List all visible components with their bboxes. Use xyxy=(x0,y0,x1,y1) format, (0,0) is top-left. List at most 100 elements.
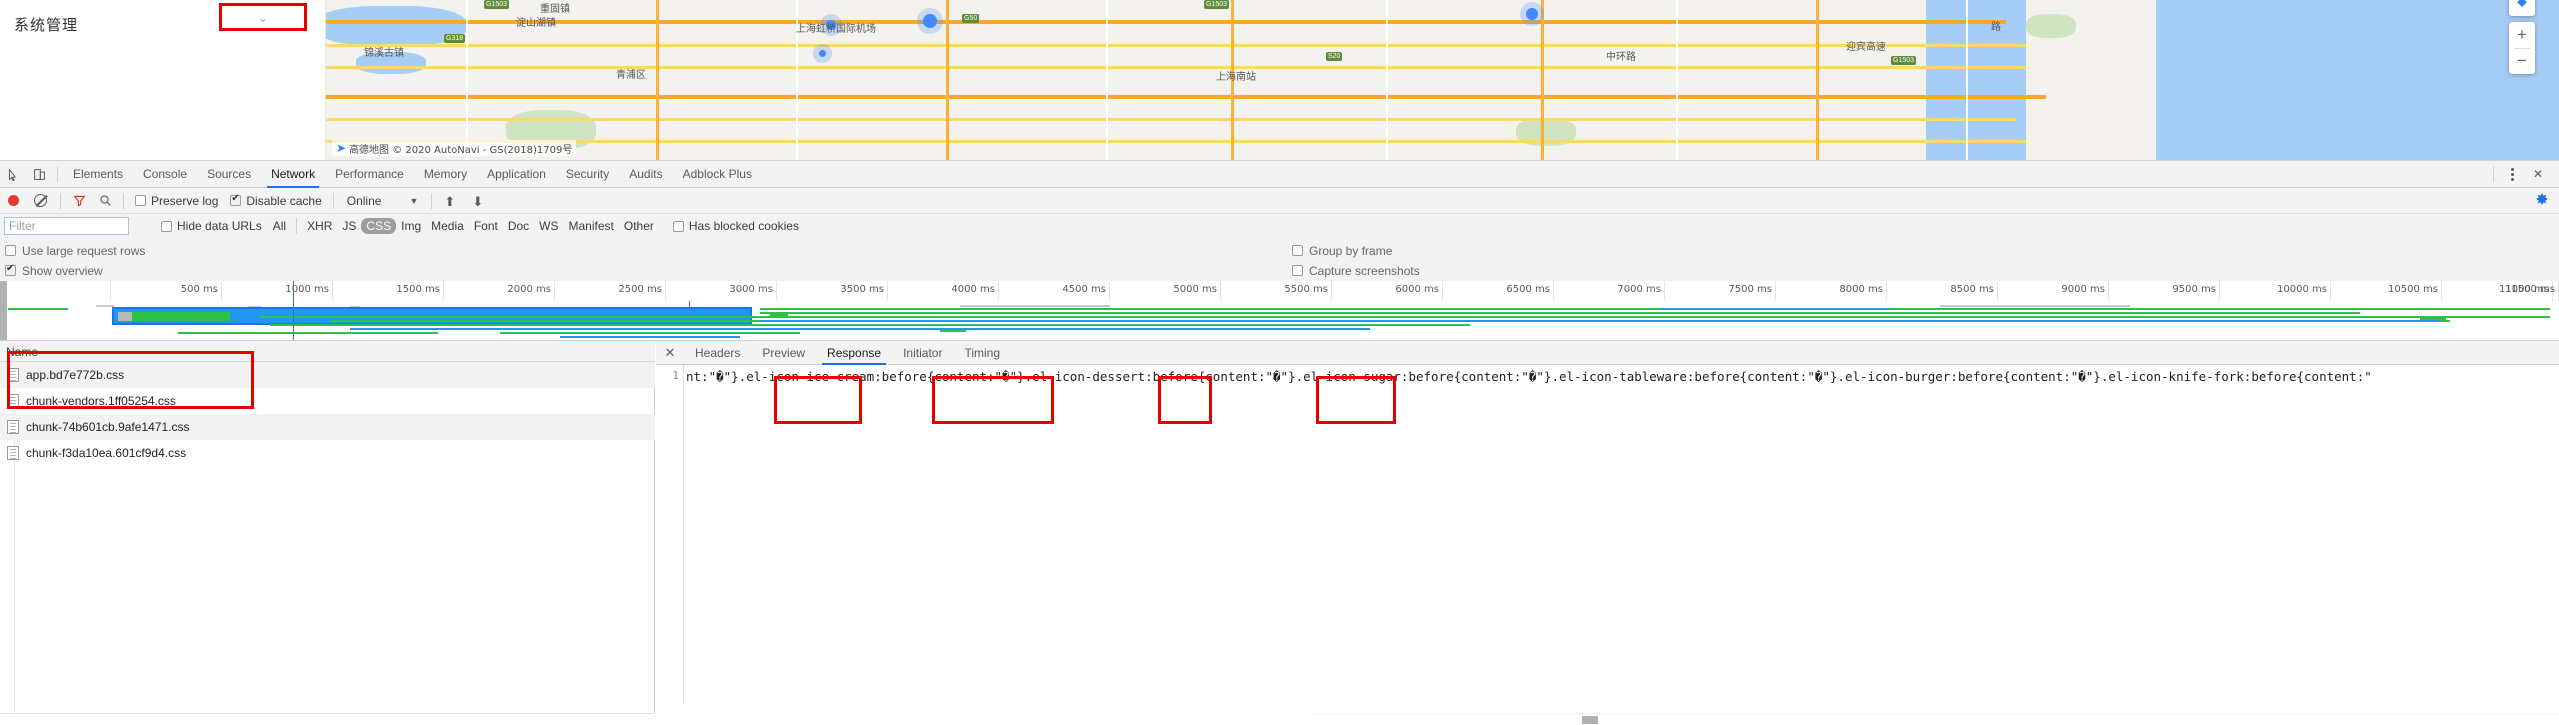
checkbox-box[interactable] xyxy=(5,245,16,256)
filter-type-img[interactable]: Img xyxy=(396,218,426,234)
checkbox-box[interactable] xyxy=(1292,265,1303,276)
map-poi-marker[interactable] xyxy=(819,50,826,57)
tab-application[interactable]: Application xyxy=(477,161,556,188)
chevron-down-icon: ⌄ xyxy=(257,9,269,25)
response-body-viewer[interactable]: 1 nt:"�"}.el-icon-ice-cream:before{conte… xyxy=(656,365,2559,703)
throttling-select[interactable]: Online ▼ xyxy=(347,194,419,208)
filter-type-font[interactable]: Font xyxy=(469,218,503,234)
filter-type-all[interactable]: All xyxy=(268,218,291,234)
tab-console[interactable]: Console xyxy=(133,161,197,188)
checkbox-box[interactable] xyxy=(672,220,684,232)
filter-type-other[interactable]: Other xyxy=(619,218,659,234)
map-compass-control[interactable]: ⬥ xyxy=(2509,0,2535,16)
disable-cache-checkbox[interactable]: Disable cache xyxy=(230,193,322,208)
export-har-icon[interactable] xyxy=(472,194,486,208)
tab-adblock-plus[interactable]: Adblock Plus xyxy=(673,161,762,188)
filter-type-manifest[interactable]: Manifest xyxy=(564,218,619,234)
tab-response[interactable]: Response xyxy=(816,342,892,365)
overview-playhead xyxy=(293,281,294,340)
table-row[interactable]: app.bd7e772b.css xyxy=(0,362,655,388)
use-large-rows-checkbox[interactable]: Use large request rows xyxy=(5,241,145,260)
app-header-left: 系统管理 ⌄ xyxy=(0,0,326,160)
checkbox-box[interactable] xyxy=(161,220,172,232)
throttling-value: Online xyxy=(346,193,382,208)
response-code-text[interactable]: nt:"�"}.el-icon-ice-cream:before{content… xyxy=(686,369,2559,384)
filter-type-ws[interactable]: WS xyxy=(534,218,563,234)
tab-performance[interactable]: Performance xyxy=(325,161,414,188)
scrollbar-thumb[interactable] xyxy=(1582,716,1598,724)
map-label: 上海南站 xyxy=(1216,72,1256,83)
hide-data-urls-checkbox[interactable]: Hide data URLs xyxy=(161,219,262,233)
tab-security[interactable]: Security xyxy=(556,161,619,188)
ruler-tick: 1500 ms xyxy=(396,284,440,295)
request-name: chunk-74b601cb.9afe1471.css xyxy=(26,420,190,434)
table-row[interactable]: chunk-vendors.1ff05254.css xyxy=(0,388,655,414)
show-overview-label: Show overview xyxy=(22,263,103,278)
request-list[interactable]: Name app.bd7e772b.css chunk-vendors.1ff0… xyxy=(0,342,655,725)
header-dropdown[interactable]: ⌄ xyxy=(219,3,307,31)
map-route-shield: G50 xyxy=(962,14,980,23)
filter-input[interactable] xyxy=(4,217,129,235)
request-list-footer xyxy=(0,713,655,725)
map-label: 路 xyxy=(1991,22,2001,33)
filter-icon[interactable] xyxy=(66,188,92,214)
filter-type-doc[interactable]: Doc xyxy=(503,218,534,234)
checkbox-box[interactable] xyxy=(5,263,16,276)
record-button-icon[interactable] xyxy=(8,195,19,206)
clear-network-log-icon[interactable] xyxy=(34,194,47,207)
show-overview-checkbox[interactable]: Show overview xyxy=(5,261,103,280)
tab-memory[interactable]: Memory xyxy=(414,161,477,188)
line-number: 1 xyxy=(672,369,679,382)
ruler-tick: 3500 ms xyxy=(840,284,884,295)
overview-resize-handle-left[interactable] xyxy=(0,281,7,340)
map-canvas[interactable]: 上海虹桥国际机场 中环路 上海南站 淀山湖镇 锦溪古镇 青浦区 迎宾高速 路 G… xyxy=(326,0,2559,160)
request-name: chunk-vendors.1ff05254.css xyxy=(26,394,176,408)
tab-elements[interactable]: Elements xyxy=(63,161,133,188)
tab-headers[interactable]: Headers xyxy=(684,342,751,365)
map-poi-marker[interactable] xyxy=(923,14,937,28)
zoom-in-button[interactable]: + xyxy=(2509,22,2535,48)
close-devtools-icon[interactable]: ✕ xyxy=(2525,161,2551,187)
network-overview-timeline[interactable]: 500 ms 1000 ms 1500 ms 2000 ms 2500 ms 3… xyxy=(0,281,2559,341)
divider xyxy=(60,192,61,209)
table-row[interactable]: chunk-74b601cb.9afe1471.css xyxy=(0,414,655,440)
tab-initiator[interactable]: Initiator xyxy=(892,342,953,365)
inspect-element-icon[interactable] xyxy=(0,161,26,187)
filter-type-xhr[interactable]: XHR xyxy=(302,218,337,234)
horizontal-scrollbar[interactable] xyxy=(1312,713,2559,725)
tab-sources[interactable]: Sources xyxy=(197,161,261,188)
search-icon[interactable] xyxy=(92,188,118,214)
close-icon[interactable]: ✕ xyxy=(656,342,684,365)
tab-network[interactable]: Network xyxy=(261,161,325,188)
filter-type-css[interactable]: CSS xyxy=(361,218,397,234)
network-filter-bar: Hide data URLs All XHR JS CSS Img Media … xyxy=(0,214,2559,238)
checkbox-box[interactable] xyxy=(1292,245,1303,256)
capture-screenshots-checkbox[interactable]: Capture screenshots xyxy=(1292,261,1420,280)
tab-timing[interactable]: Timing xyxy=(953,342,1011,365)
import-har-icon[interactable] xyxy=(444,194,458,208)
tab-audits[interactable]: Audits xyxy=(619,161,672,188)
ruler-tick: 9500 ms xyxy=(2172,284,2216,295)
map-poi-marker[interactable] xyxy=(1526,8,1538,20)
ruler-tick: 7500 ms xyxy=(1728,284,1772,295)
group-by-frame-checkbox[interactable]: Group by frame xyxy=(1292,241,1392,260)
checkbox-box[interactable] xyxy=(135,195,146,206)
has-blocked-cookies-checkbox[interactable]: Has blocked cookies xyxy=(672,219,799,233)
map-label: 重固镇 xyxy=(540,4,570,15)
divider xyxy=(2493,166,2494,182)
zoom-out-button[interactable]: − xyxy=(2509,49,2535,75)
has-blocked-cookies-label: Has blocked cookies xyxy=(688,219,799,233)
table-row[interactable]: chunk-f3da10ea.601cf9d4.css xyxy=(0,440,655,466)
line-number-gutter: 1 xyxy=(656,365,684,703)
preserve-log-checkbox[interactable]: Preserve log xyxy=(135,194,218,208)
filter-type-media[interactable]: Media xyxy=(426,218,469,234)
more-options-icon[interactable] xyxy=(2499,161,2525,187)
device-toolbar-icon[interactable] xyxy=(26,161,52,187)
tab-preview[interactable]: Preview xyxy=(751,342,816,365)
checkbox-box[interactable] xyxy=(230,193,242,206)
detail-tabbar: ✕ Headers Preview Response Initiator Tim… xyxy=(656,342,2559,365)
map-zoom-control[interactable]: + − xyxy=(2509,22,2535,74)
settings-gear-icon[interactable] xyxy=(2535,192,2549,209)
ruler-tick: 4000 ms xyxy=(951,284,995,295)
filter-type-js[interactable]: JS xyxy=(337,218,361,234)
